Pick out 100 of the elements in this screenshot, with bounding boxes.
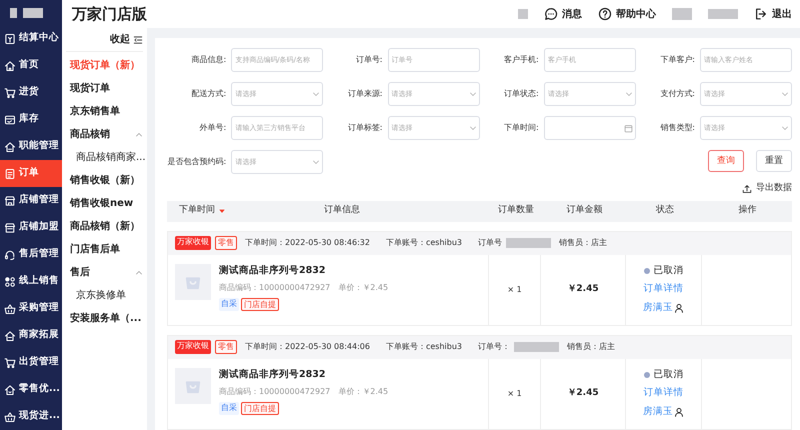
menu-group[interactable]: 售后	[70, 265, 90, 280]
sidebar-item[interactable]: 店铺管理	[0, 187, 62, 214]
chat-icon	[544, 7, 558, 21]
headset-icon	[4, 248, 16, 260]
sidebar-item[interactable]: 采购管理	[0, 295, 62, 322]
person-icon	[674, 406, 684, 417]
order-amount: ￥2.45	[567, 282, 599, 296]
menu-item[interactable]: 现货订单（新）	[70, 58, 140, 73]
sidebar-item[interactable]: 零售优...	[0, 376, 62, 403]
sidebar-item[interactable]: 现货进...	[0, 403, 62, 430]
sidebar-item[interactable]: 线上销售	[0, 268, 62, 295]
store-icon	[4, 222, 16, 234]
store-icon	[4, 194, 16, 206]
menu-item[interactable]: 京东销售单	[70, 104, 120, 119]
order-number-label: 订单号	[478, 237, 502, 249]
field-label: 订单号:	[356, 54, 382, 66]
chevron-icon	[312, 90, 320, 98]
sidebar-item[interactable]: 首页	[0, 52, 62, 79]
order-detail-link[interactable]: 订单详情	[644, 282, 684, 297]
column-header: 状态	[656, 204, 674, 218]
menu-item[interactable]: 销售收银new	[70, 196, 134, 211]
sidebar-item[interactable]: 结算中心	[0, 25, 62, 52]
order-amount: ￥2.45	[567, 386, 599, 400]
redacted-block	[10, 8, 17, 18]
header-action-link[interactable]: 帮助中心	[598, 6, 656, 22]
home-icon	[4, 384, 16, 396]
product-name: 测试商品非序列号2832	[219, 368, 326, 382]
order-time: 下单时间：2022-05-30 08:46:32	[245, 237, 370, 249]
help-icon	[598, 7, 612, 21]
chevron-icon[interactable]	[135, 130, 143, 138]
field-label: 下单客户:	[660, 54, 695, 66]
reset-button[interactable]: 重置	[756, 150, 792, 172]
home-icon	[4, 60, 16, 72]
field-label: 订单标签:	[348, 122, 382, 134]
sidebar-item[interactable]: 商家拓展	[0, 322, 62, 349]
order-status: 已取消	[654, 368, 684, 382]
product-tag: 门店自提	[241, 298, 279, 312]
date-field[interactable]	[544, 116, 636, 140]
chevron-icon	[468, 124, 476, 132]
menu-group[interactable]: 商品核销	[70, 127, 110, 142]
product-tag: 自采	[219, 402, 239, 416]
redacted-block	[708, 9, 738, 19]
sidebar-item[interactable]: 店铺加盟	[0, 214, 62, 241]
header-action-link[interactable]: 消息	[544, 6, 582, 22]
field-label: 客户手机:	[504, 54, 539, 66]
field-label: 外单号:	[200, 122, 226, 134]
order-number-label: 订单号：	[478, 341, 510, 353]
sidebar-item[interactable]: 订单	[0, 160, 62, 187]
redacted-block	[672, 8, 692, 20]
operator-link[interactable]: 房满玉	[643, 300, 673, 315]
field-label: 配送方式:	[192, 88, 226, 100]
order-account: 下单账号：ceshibu3	[386, 341, 462, 353]
menu-item[interactable]: 销售收银（新）	[70, 173, 140, 188]
redacted-block	[23, 8, 43, 18]
search-button[interactable]: 查询	[708, 150, 744, 172]
sidebar-item[interactable]: 出货管理	[0, 349, 62, 376]
list-icon	[4, 168, 16, 180]
order-status: 已取消	[654, 264, 684, 278]
chevron-icon[interactable]	[135, 268, 143, 276]
sidebar-item[interactable]: 进货	[0, 79, 62, 106]
menu-item[interactable]: 安装服务单（...	[70, 311, 142, 326]
order-salesperson: 销售员：店主	[567, 341, 615, 353]
order-salesperson: 销售员：店主	[559, 237, 607, 249]
header-action-link[interactable]: 退出	[754, 6, 792, 22]
field-label: 下单时间:	[504, 122, 539, 134]
register-icon	[4, 32, 16, 44]
sidebar-item[interactable]: 职能管理	[0, 133, 62, 160]
field-label: 订单状态:	[504, 88, 539, 100]
menu-item[interactable]: 现货订单	[70, 81, 110, 96]
field-label: 订单来源:	[348, 88, 382, 100]
order-time: 下单时间：2022-05-30 08:44:06	[245, 341, 370, 353]
operator-link[interactable]: 房满玉	[643, 404, 673, 419]
column-header: 订单信息	[324, 204, 360, 218]
collapse-link[interactable]: 收起	[110, 32, 130, 47]
cart-icon	[4, 356, 16, 368]
menu-item[interactable]: 门店售后单	[70, 242, 120, 257]
upload-icon	[742, 184, 752, 194]
chevron-icon	[781, 90, 789, 98]
basket-icon	[4, 410, 16, 422]
sidebar-item[interactable]: 库存	[0, 106, 62, 133]
product-code: 商品编码：10000000472927	[219, 282, 330, 294]
home-icon	[4, 330, 16, 342]
submenu-item[interactable]: 商品核销商家...	[76, 150, 146, 165]
order-tag: 零售	[215, 340, 237, 354]
app-title: 万家门店版	[72, 4, 147, 25]
order-account: 下单账号：ceshibu3	[386, 237, 462, 249]
redacted-block	[514, 342, 559, 352]
redacted-block	[506, 238, 551, 248]
sidebar-item[interactable]: 售后管理	[0, 241, 62, 268]
menu-item[interactable]: 商品核销（新）	[70, 219, 140, 234]
submenu-item[interactable]: 京东换修单	[76, 288, 126, 303]
order-detail-link[interactable]: 订单详情	[644, 386, 684, 401]
collapse-icon[interactable]	[133, 34, 143, 44]
product-name: 测试商品非序列号2832	[219, 264, 326, 278]
box-icon	[4, 114, 16, 126]
export-link[interactable]: 导出数据	[742, 182, 792, 196]
order-quantity: × 1	[507, 284, 522, 296]
column-header[interactable]: 下单时间	[179, 204, 225, 218]
grid-icon	[4, 276, 16, 288]
home-icon	[4, 140, 16, 152]
